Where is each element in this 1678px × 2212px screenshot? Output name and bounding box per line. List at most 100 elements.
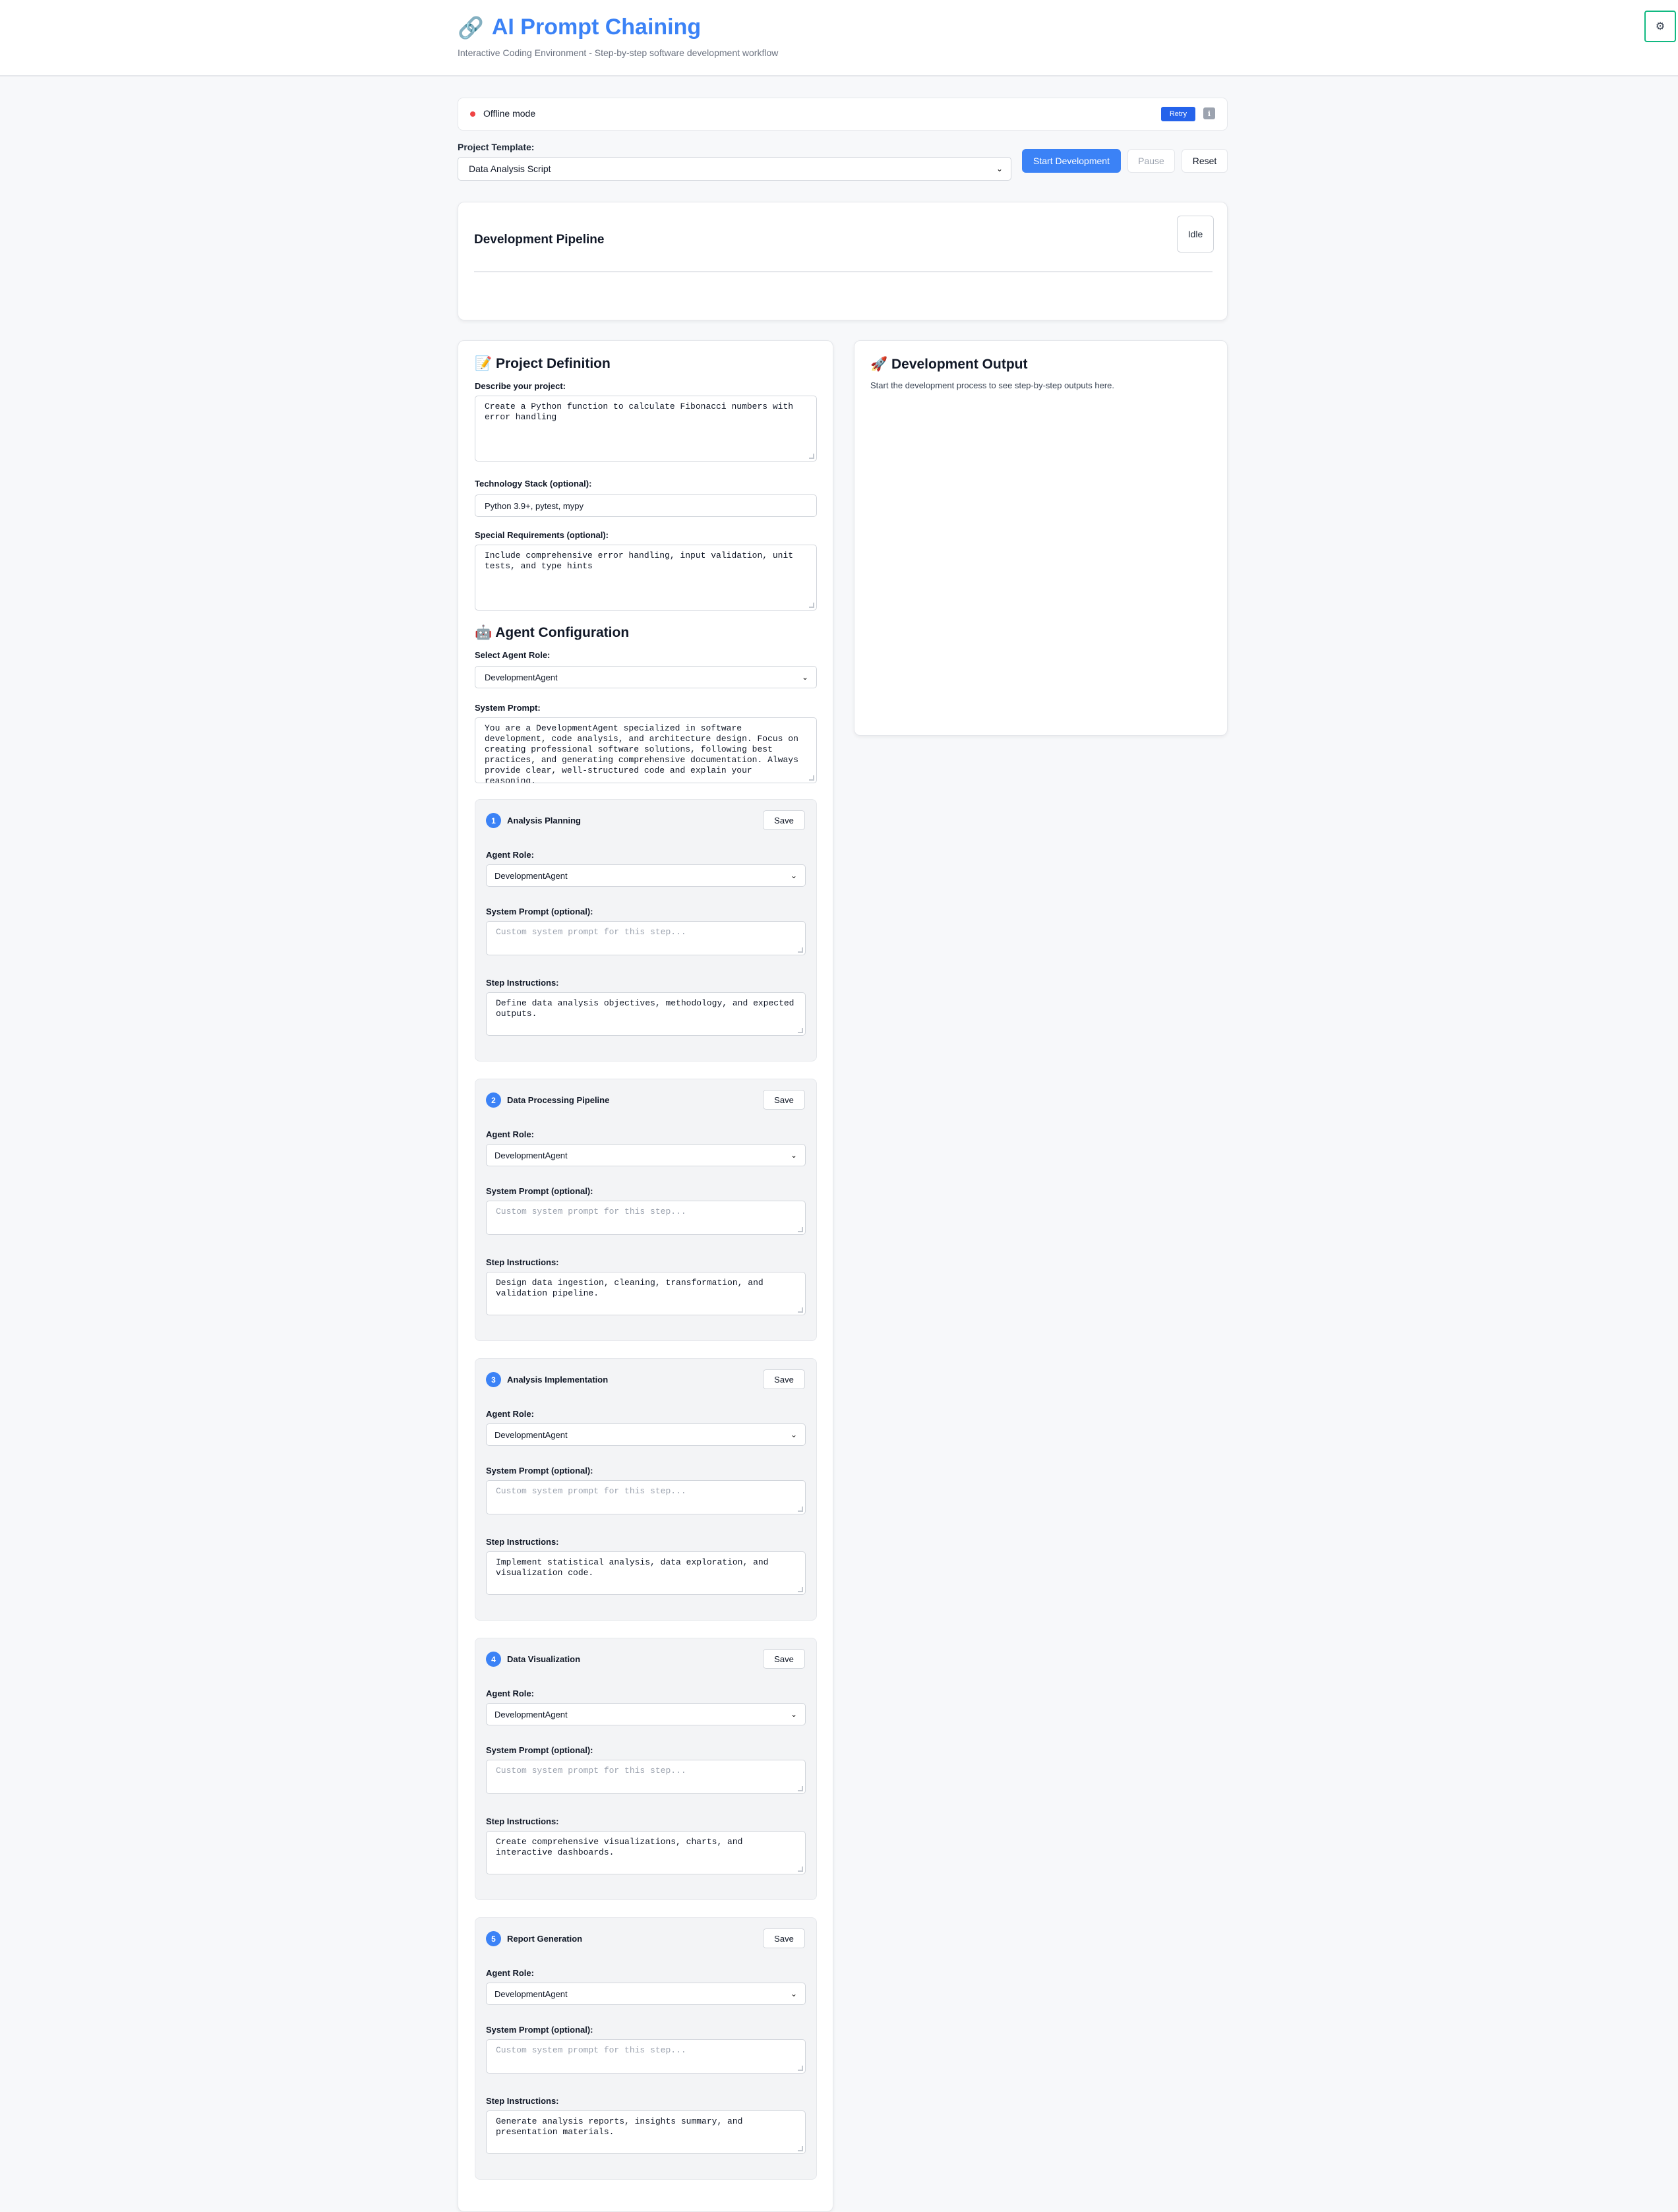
agent-role-value: DevelopmentAgent <box>485 672 558 682</box>
agent-role-select[interactable]: DevelopmentAgent ⌄ <box>475 666 817 688</box>
step-instructions-textarea[interactable]: Create comprehensive visualizations, cha… <box>486 1831 806 1874</box>
step-agent-role-value: DevelopmentAgent <box>494 1709 568 1719</box>
step-system-prompt-textarea[interactable]: Custom system prompt for this step... <box>486 1480 806 1514</box>
resize-handle[interactable] <box>798 1786 803 1791</box>
step-system-prompt-label: System Prompt (optional): <box>486 1186 593 1196</box>
agent-configuration-title: 🤖 Agent Configuration <box>475 625 630 640</box>
resize-handle[interactable] <box>798 947 803 953</box>
project-template-value: Data Analysis Script <box>469 164 551 174</box>
step-instructions-textarea[interactable]: Implement statistical analysis, data exp… <box>486 1551 806 1595</box>
step-agent-role-select[interactable]: DevelopmentAgent ⌄ <box>486 1703 806 1725</box>
development-output-title: 🚀 Development Output <box>870 357 1028 372</box>
step-agent-role-select[interactable]: DevelopmentAgent ⌄ <box>486 1423 806 1446</box>
pipeline-title: Development Pipeline <box>474 233 605 247</box>
step-card: 4 Data Visualization Save Agent Role: De… <box>475 1638 817 1900</box>
step-save-button[interactable]: Save <box>763 810 805 830</box>
step-instructions-text: Create comprehensive visualizations, cha… <box>496 1837 748 1857</box>
resize-handle[interactable] <box>798 1227 803 1232</box>
chevron-down-icon: ⌄ <box>790 1151 797 1160</box>
step-save-button[interactable]: Save <box>763 1928 805 1948</box>
step-system-prompt-textarea[interactable]: Custom system prompt for this step... <box>486 2039 806 2074</box>
step-save-button[interactable]: Save <box>763 1090 805 1110</box>
resize-handle[interactable] <box>798 2146 803 2151</box>
step-agent-role-label: Agent Role: <box>486 1409 534 1419</box>
step-card: 3 Analysis Implementation Save Agent Rol… <box>475 1358 817 1621</box>
step-number: 5 <box>486 1931 501 1946</box>
tech-stack-label: Technology Stack (optional): <box>475 479 592 489</box>
special-requirements-text: Include comprehensive error handling, in… <box>485 551 798 571</box>
app-header: 🔗 AI Prompt Chaining Interactive Coding … <box>0 0 1678 76</box>
step-number: 1 <box>486 813 501 828</box>
development-output-empty-text: Start the development process to see ste… <box>870 380 1114 390</box>
step-agent-role-value: DevelopmentAgent <box>494 1150 568 1160</box>
step-system-prompt-placeholder: Custom system prompt for this step... <box>496 1766 686 1776</box>
resize-handle[interactable] <box>809 454 814 459</box>
step-agent-role-value: DevelopmentAgent <box>494 1988 568 1999</box>
step-title: Analysis Planning <box>507 816 581 825</box>
step-number: 4 <box>486 1652 501 1667</box>
project-description-label: Describe your project: <box>475 381 566 391</box>
project-description-textarea[interactable]: Create a Python function to calculate Fi… <box>475 396 817 462</box>
chevron-down-icon: ⌄ <box>790 1710 797 1719</box>
step-instructions-textarea[interactable]: Define data analysis objectives, methodo… <box>486 992 806 1036</box>
resize-handle[interactable] <box>798 1867 803 1872</box>
settings-button[interactable]: ⚙ <box>1644 11 1676 42</box>
system-prompt-textarea[interactable]: You are a DevelopmentAgent specialized i… <box>475 717 817 783</box>
step-agent-role-label: Agent Role: <box>486 850 534 860</box>
pause-button[interactable]: Pause <box>1127 149 1175 173</box>
step-system-prompt-label: System Prompt (optional): <box>486 2025 593 2035</box>
step-agent-role-value: DevelopmentAgent <box>494 870 568 881</box>
step-save-button[interactable]: Save <box>763 1649 805 1669</box>
step-agent-role-label: Agent Role: <box>486 1129 534 1139</box>
project-definition-title: 📝 Project Definition <box>475 356 611 371</box>
resize-handle[interactable] <box>798 1307 803 1313</box>
chevron-down-icon: ⌄ <box>801 673 808 682</box>
step-instructions-text: Define data analysis objectives, methodo… <box>496 998 800 1019</box>
chevron-down-icon: ⌄ <box>790 1989 797 1998</box>
step-title: Report Generation <box>507 1934 583 1944</box>
start-development-button[interactable]: Start Development <box>1022 149 1121 173</box>
resize-handle[interactable] <box>798 1028 803 1033</box>
system-prompt-text: You are a DevelopmentAgent specialized i… <box>485 723 804 783</box>
project-description-text: Create a Python function to calculate Fi… <box>485 402 798 422</box>
step-system-prompt-textarea[interactable]: Custom system prompt for this step... <box>486 921 806 955</box>
special-requirements-label: Special Requirements (optional): <box>475 530 609 540</box>
step-instructions-text: Design data ingestion, cleaning, transfo… <box>496 1278 769 1298</box>
agent-role-label: Select Agent Role: <box>475 650 551 660</box>
step-title: Data Visualization <box>507 1654 581 1664</box>
step-instructions-label: Step Instructions: <box>486 2096 559 2106</box>
step-agent-role-select[interactable]: DevelopmentAgent ⌄ <box>486 864 806 887</box>
info-icon[interactable]: ℹ <box>1203 107 1215 119</box>
step-system-prompt-placeholder: Custom system prompt for this step... <box>496 1207 686 1216</box>
step-title: Analysis Implementation <box>507 1375 609 1385</box>
special-requirements-textarea[interactable]: Include comprehensive error handling, in… <box>475 545 817 611</box>
step-instructions-textarea[interactable]: Design data ingestion, cleaning, transfo… <box>486 1272 806 1315</box>
step-agent-role-select[interactable]: DevelopmentAgent ⌄ <box>486 1983 806 2005</box>
project-template-select[interactable]: Data Analysis Script ⌄ <box>458 157 1011 181</box>
reset-button[interactable]: Reset <box>1182 149 1228 173</box>
resize-handle[interactable] <box>798 1507 803 1512</box>
step-instructions-textarea[interactable]: Generate analysis reports, insights summ… <box>486 2110 806 2154</box>
step-card: 5 Report Generation Save Agent Role: Dev… <box>475 1917 817 2180</box>
app-subtitle: Interactive Coding Environment - Step-by… <box>458 47 779 58</box>
step-instructions-label: Step Instructions: <box>486 978 559 988</box>
resize-handle[interactable] <box>809 603 814 608</box>
step-agent-role-select[interactable]: DevelopmentAgent ⌄ <box>486 1144 806 1166</box>
resize-handle[interactable] <box>809 775 814 781</box>
resize-handle[interactable] <box>798 2066 803 2071</box>
step-number: 2 <box>486 1092 501 1108</box>
retry-button[interactable]: Retry <box>1161 107 1195 121</box>
chevron-down-icon: ⌄ <box>790 871 797 880</box>
step-instructions-label: Step Instructions: <box>486 1537 559 1547</box>
step-system-prompt-textarea[interactable]: Custom system prompt for this step... <box>486 1201 806 1235</box>
resize-handle[interactable] <box>798 1587 803 1592</box>
development-pipeline-card: Development Pipeline Idle <box>458 202 1228 320</box>
step-save-button[interactable]: Save <box>763 1369 805 1389</box>
step-instructions-text: Generate analysis reports, insights summ… <box>496 2116 748 2137</box>
step-system-prompt-placeholder: Custom system prompt for this step... <box>496 1486 686 1496</box>
step-system-prompt-textarea[interactable]: Custom system prompt for this step... <box>486 1760 806 1794</box>
step-agent-role-value: DevelopmentAgent <box>494 1429 568 1440</box>
app-title: 🔗 AI Prompt Chaining <box>458 15 701 40</box>
step-system-prompt-placeholder: Custom system prompt for this step... <box>496 927 686 937</box>
tech-stack-input[interactable]: Python 3.9+, pytest, mypy <box>475 494 817 517</box>
